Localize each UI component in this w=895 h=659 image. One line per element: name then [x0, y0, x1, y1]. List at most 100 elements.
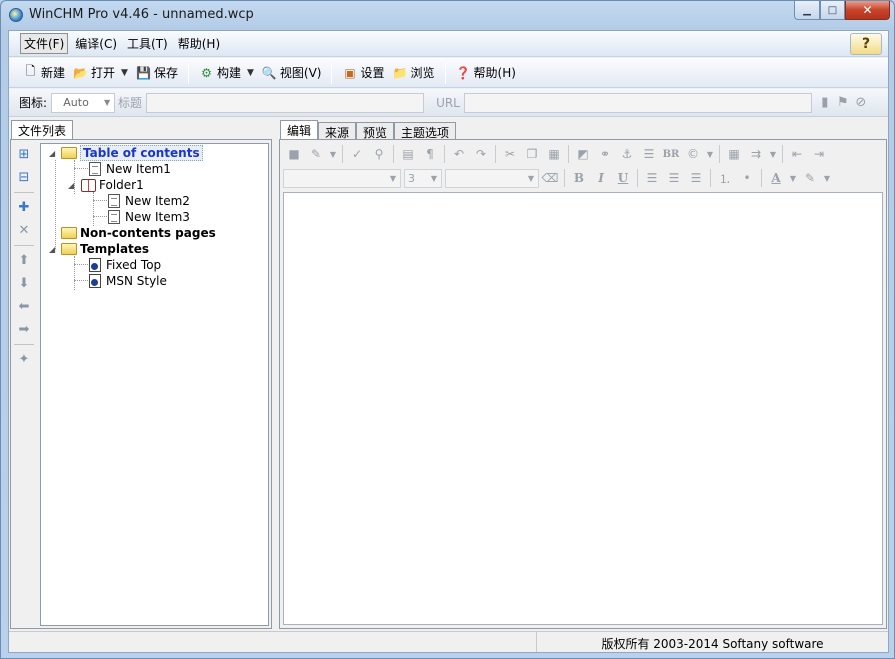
- image-icon[interactable]: ◩: [572, 147, 594, 161]
- italic-button[interactable]: I: [590, 171, 612, 185]
- align-center-icon[interactable]: ☰: [663, 171, 685, 185]
- insert-child-icon[interactable]: ⊟: [12, 166, 36, 189]
- page-icon[interactable]: ▮: [816, 95, 834, 110]
- url-label: URL: [436, 95, 460, 110]
- undo-icon[interactable]: ↶: [448, 147, 470, 161]
- select-all-icon[interactable]: ▤: [397, 147, 419, 161]
- chevron-down-icon[interactable]: ▼: [821, 174, 833, 183]
- open-dropdown-icon[interactable]: ▼: [121, 68, 128, 78]
- link-icon[interactable]: ⚭: [594, 147, 616, 161]
- menu-compile[interactable]: 编译(C): [72, 34, 120, 53]
- divider: [393, 145, 394, 163]
- save-button[interactable]: 💾 保存: [132, 61, 182, 85]
- tab-preview[interactable]: 预览: [356, 122, 395, 140]
- move-down-icon[interactable]: ⬇: [12, 272, 36, 295]
- editor-area[interactable]: [283, 192, 883, 625]
- align-left-icon[interactable]: ☰: [641, 171, 663, 185]
- move-right-icon[interactable]: ➡: [12, 318, 36, 341]
- build-button[interactable]: ⚙ 构建: [195, 61, 245, 85]
- collapse-icon[interactable]: ◢: [49, 245, 59, 254]
- move-up-icon[interactable]: ⬆: [12, 249, 36, 272]
- bold-button[interactable]: B: [568, 171, 590, 185]
- build-dropdown-icon[interactable]: ▼: [247, 68, 254, 78]
- new-button[interactable]: 🗋 新建: [19, 61, 69, 85]
- underline-button[interactable]: U: [612, 171, 634, 185]
- bullet-list-icon[interactable]: •: [736, 171, 758, 185]
- tree-connector: [93, 200, 107, 201]
- table-insert-icon[interactable]: ⇉: [745, 147, 767, 161]
- open-button[interactable]: 📂 打开: [69, 61, 119, 85]
- numbered-list-icon[interactable]: ⒈: [714, 170, 736, 187]
- settings-icon: ▣: [344, 65, 356, 80]
- tree-node-item1[interactable]: New Item1: [87, 161, 171, 177]
- magic-wand-icon[interactable]: ✦: [12, 348, 36, 371]
- clear-icon[interactable]: ⊘: [852, 95, 870, 110]
- style-select[interactable]: ▼: [283, 168, 401, 188]
- special-char-icon[interactable]: ©: [682, 147, 704, 161]
- redo-icon[interactable]: ↷: [470, 147, 492, 161]
- copy-icon[interactable]: ❐: [521, 147, 543, 161]
- tab-file-list[interactable]: 文件列表: [11, 120, 74, 140]
- tab-source[interactable]: 来源: [318, 122, 357, 140]
- collapse-icon[interactable]: ◢: [49, 149, 59, 158]
- chevron-down-icon[interactable]: ▼: [704, 150, 716, 159]
- close-button[interactable]: ✕: [845, 1, 890, 20]
- content-tree[interactable]: ◢ Table of contents New Item1 ◢ Folder1 …: [40, 143, 269, 626]
- anchor-icon[interactable]: ⚓: [616, 147, 638, 161]
- tree-node-toc[interactable]: ◢ Table of contents: [49, 145, 203, 161]
- title-field[interactable]: [146, 92, 425, 113]
- menu-tools[interactable]: 工具(T): [124, 34, 171, 53]
- tab-topic-options[interactable]: 主题选项: [394, 122, 457, 140]
- font-size-select[interactable]: 3 ▼: [404, 168, 442, 188]
- minimize-button[interactable]: ▁: [794, 1, 820, 20]
- align-right-icon[interactable]: ☰: [685, 171, 707, 185]
- tree-node-msn-style[interactable]: MSN Style: [87, 273, 167, 289]
- font-family-select[interactable]: ▼: [445, 168, 539, 188]
- delete-icon[interactable]: ✕: [12, 219, 36, 242]
- outdent-icon[interactable]: ⇤: [786, 147, 808, 161]
- tree-node-fixed-top[interactable]: Fixed Top: [87, 257, 161, 273]
- menu-help[interactable]: 帮助(H): [175, 34, 223, 53]
- find-icon[interactable]: ⚲: [368, 147, 390, 161]
- maximize-icon: □: [827, 4, 838, 16]
- spellcheck-icon[interactable]: ✓: [346, 147, 368, 161]
- help-button[interactable]: ❓ 帮助(H): [452, 61, 520, 85]
- menu-file[interactable]: 文件(F): [20, 33, 69, 54]
- settings-button[interactable]: ▣ 设置: [338, 61, 388, 85]
- chevron-down-icon[interactable]: ▼: [787, 174, 799, 183]
- font-color-button[interactable]: A: [765, 171, 787, 185]
- table-icon[interactable]: ▦: [723, 147, 745, 161]
- insert-item-icon[interactable]: ⊞: [12, 143, 36, 166]
- maximize-button[interactable]: □: [820, 1, 845, 20]
- tree-node-folder1[interactable]: ◢ Folder1: [68, 177, 144, 193]
- cut-icon[interactable]: ✂: [499, 147, 521, 161]
- title-bar[interactable]: WinCHM Pro v4.46 - unnamed.wcp ▁ □ ✕: [1, 1, 894, 29]
- tree-node-noncontents[interactable]: Non-contents pages: [61, 225, 216, 241]
- paragraph-icon[interactable]: ¶: [419, 147, 441, 161]
- highlight-icon[interactable]: ✎: [799, 171, 821, 185]
- edit-icon[interactable]: ✎: [305, 147, 327, 161]
- tree-node-templates[interactable]: ◢ Templates: [49, 241, 149, 257]
- help-book-icon: ?: [861, 36, 871, 52]
- paste-icon[interactable]: ▦: [543, 147, 565, 161]
- indent-icon[interactable]: ⇥: [808, 147, 830, 161]
- add-icon[interactable]: ✚: [12, 196, 36, 219]
- list-icon[interactable]: ☰: [638, 147, 660, 161]
- line-break-icon[interactable]: BR: [660, 149, 682, 160]
- url-field[interactable]: [463, 92, 812, 113]
- chevron-down-icon[interactable]: ▼: [767, 150, 779, 159]
- tab-edit[interactable]: 编辑: [280, 120, 319, 140]
- icon-select[interactable]: Auto ▼: [51, 92, 116, 113]
- tree-node-item3[interactable]: New Item3: [106, 209, 190, 225]
- browse-button[interactable]: 📁 浏览: [389, 61, 439, 85]
- chevron-down-icon[interactable]: ▼: [327, 150, 339, 159]
- bookmark-icon[interactable]: ⚑: [834, 95, 852, 110]
- view-button[interactable]: 🔍 视图(V): [258, 61, 326, 85]
- save-icon[interactable]: ■: [283, 147, 305, 161]
- collapse-icon[interactable]: ◢: [68, 181, 78, 190]
- tree-node-item2[interactable]: New Item2: [106, 193, 190, 209]
- minimize-icon: ▁: [803, 4, 811, 16]
- help-book-button[interactable]: ?: [850, 33, 882, 55]
- move-left-icon[interactable]: ⬅: [12, 295, 36, 318]
- eraser-icon[interactable]: ⌫: [539, 171, 561, 185]
